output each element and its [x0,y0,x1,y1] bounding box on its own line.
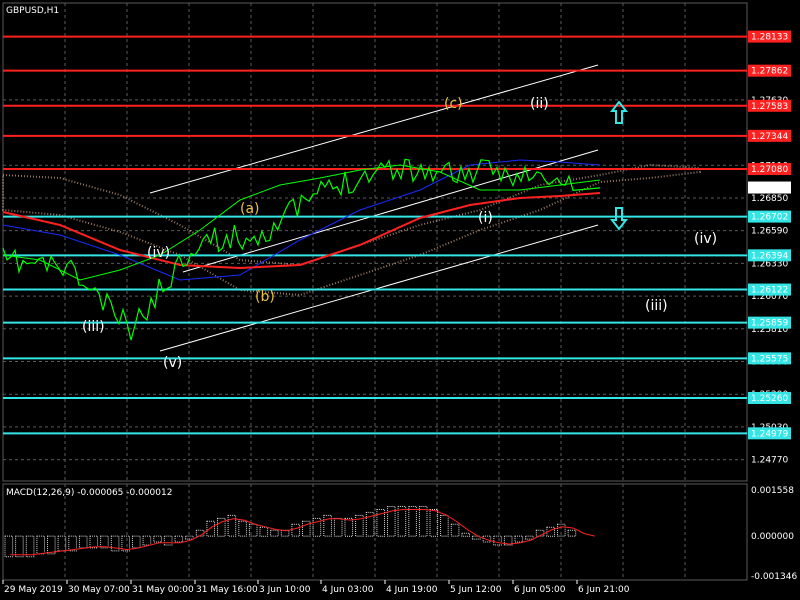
time-tick-label: 6 Jun 05:00 [514,585,566,595]
down-arrow-icon [609,207,629,231]
macd-bar [567,529,577,537]
macd-bar [68,535,77,552]
support-level-label: 1.26702 [751,213,788,223]
channel-line [159,224,599,352]
wave-label-b: (b) [255,289,275,305]
support-level-label: 1.26394 [751,251,788,261]
macd-bar [418,506,428,537]
wave-label-v: (v) [163,355,182,371]
chart-window[interactable]: GBPUSD,H1 MACD(12,26,9) -0.000065 -0.000… [0,0,800,600]
macd-bar [132,535,141,549]
macd-bar [270,529,279,537]
macd-bar [525,535,534,540]
macd-bar [36,535,46,555]
wave-label-a: (a) [240,201,260,217]
price-tick-label: 1.26590 [751,227,788,237]
macd-label: MACD(12,26,9) -0.000065 -0.000012 [6,488,172,498]
price-tick-label: 1.24770 [751,456,788,466]
symbol-label: GBPUSD,H1 [6,6,59,16]
price-axis: 1.276301.271101.268501.265901.263301.260… [748,30,791,466]
time-tick-label: 29 May 2019 [4,585,63,595]
support-level-label: 1.25859 [751,319,788,329]
green-moving-average [2,164,601,281]
macd-bar [450,523,460,537]
macd-bar [429,509,439,537]
macd-bar [100,535,109,549]
time-tick-label: 4 Jun 19:00 [386,585,438,595]
wave-label-ii-top: (ii) [530,96,549,112]
macd-bar [514,535,524,543]
macd-bar [408,506,417,537]
wave-label-c: (c) [444,96,463,112]
wave-label-iv-left: (iv) [147,245,170,261]
macd-bar [333,517,343,537]
macd-tick-label: -0.001346 [751,572,797,582]
current-price-label: 1.26933 [751,184,788,194]
macd-bar [163,535,173,546]
time-tick-label: 3 Jun 10:00 [259,585,311,595]
macd-tick-label: 0.000000 [751,532,794,542]
macd-bar [493,535,502,546]
resistance-level-label: 1.28133 [751,33,788,43]
ichimoku-cloud [2,163,701,297]
wave-label-i: (i) [478,210,493,226]
resistance-level-label: 1.27583 [751,102,788,112]
macd-bar [142,535,152,546]
time-tick-label: 5 Jun 12:00 [450,585,502,595]
macd-bar [47,535,56,555]
resistance-level-label: 1.27862 [751,67,788,77]
resistance-level-label: 1.27080 [751,165,788,175]
time-tick-label: 31 May 16:00 [196,585,258,595]
macd-bar [4,535,14,558]
macd-bar [238,520,247,537]
macd-bar [440,514,449,537]
wave-label-iv-right: (iv) [694,231,717,247]
resistance-level-label: 1.27344 [751,132,788,142]
time-axis: 29 May 2019 30 May 07:00 31 May 00:00 31 Ma… [2,580,630,595]
macd-bar [461,532,470,537]
price-tick-label: 1.26850 [751,194,788,204]
time-tick-label: 30 May 07:00 [68,585,130,595]
time-tick-label: 6 Jun 21:00 [578,585,630,595]
macd-bar [78,535,88,549]
macd-bar [344,517,354,537]
macd-bar [259,526,269,537]
macd-bar [15,535,24,558]
main-panel-frame [2,2,748,482]
macd-bar [25,535,35,558]
wave-label-iii-right: (iii) [645,298,668,314]
wave-label-iii-left: (iii) [82,319,105,335]
macd-bar [153,535,162,543]
support-level-label: 1.25260 [751,394,788,404]
red-moving-average [2,192,601,270]
horizontal-levels[interactable] [3,35,747,435]
macd-bar [206,520,215,537]
macd-signal-line [10,509,595,556]
macd-bar [291,523,300,537]
macd-tick-label: 0.001558 [751,486,794,496]
macd-bar [174,535,184,543]
support-level-label: 1.26122 [751,286,788,296]
support-level-label: 1.25575 [751,354,788,364]
macd-bar [185,535,194,540]
macd-axis: 0.001558 0.000000 -0.001346 [751,486,797,582]
macd-bar [89,535,99,549]
macd-bar [397,506,407,537]
time-tick-label: 4 Jun 03:00 [322,585,374,595]
support-level-label: 1.24979 [751,429,788,439]
cloud-band [2,163,701,297]
time-tick-label: 31 May 00:00 [132,585,194,595]
macd-histogram [4,506,595,558]
